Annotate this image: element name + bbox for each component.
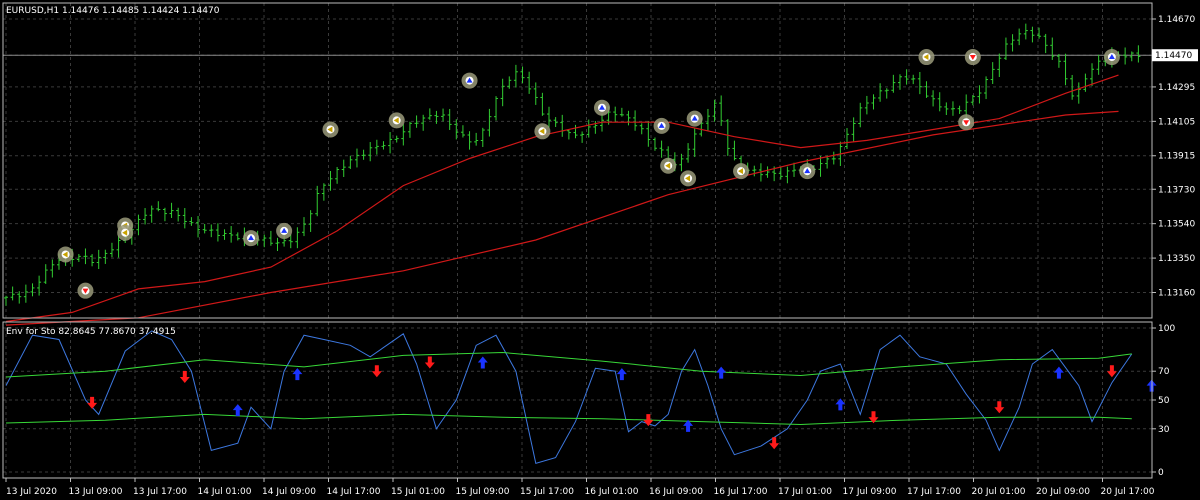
signal-marker[interactable]: [653, 117, 670, 134]
current-price-label: 1.14470: [1155, 51, 1192, 61]
y-tick-label: 70: [1158, 367, 1170, 377]
chart-background: [0, 0, 1200, 500]
x-tick-label: 14 Jul 01:00: [198, 487, 252, 497]
x-tick-label: 15 Jul 17:00: [520, 487, 574, 497]
x-tick-label: 20 Jul 09:00: [1036, 487, 1090, 497]
x-tick-label: 20 Jul 17:00: [1101, 487, 1155, 497]
y-tick-label: 1.14670: [1158, 15, 1195, 25]
y-tick-label: 0: [1158, 468, 1164, 478]
signal-marker[interactable]: [733, 163, 750, 180]
signal-marker[interactable]: [593, 99, 610, 116]
x-tick-label: 17 Jul 09:00: [843, 487, 897, 497]
x-tick-label: 16 Jul 01:00: [585, 487, 639, 497]
sub-header: Env for Sto 82.8645 77.8670 37.4915: [6, 327, 176, 337]
y-tick-label: 100: [1158, 324, 1175, 334]
x-tick-label: 17 Jul 17:00: [907, 487, 961, 497]
y-tick-label: 1.13540: [1158, 220, 1195, 230]
y-tick-label: 1.13915: [1158, 152, 1195, 162]
y-tick-label: 50: [1158, 396, 1170, 406]
signal-marker[interactable]: [660, 157, 677, 174]
x-tick-label: 16 Jul 17:00: [714, 487, 768, 497]
signal-marker[interactable]: [918, 49, 935, 66]
signal-marker[interactable]: [958, 114, 975, 131]
y-tick-label: 1.14105: [1158, 117, 1195, 127]
y-tick-label: 30: [1158, 425, 1170, 435]
signal-marker[interactable]: [534, 123, 551, 140]
x-tick-label: 15 Jul 01:00: [391, 487, 445, 497]
signal-marker[interactable]: [388, 112, 405, 129]
y-tick-label: 1.13350: [1158, 254, 1195, 264]
main-header: EURUSD,H1 1.14476 1.14485 1.14424 1.1447…: [6, 6, 220, 16]
signal-marker[interactable]: [799, 163, 816, 180]
x-tick-label: 15 Jul 09:00: [456, 487, 510, 497]
signal-marker[interactable]: [77, 282, 94, 299]
signal-marker[interactable]: [680, 170, 697, 187]
y-tick-label: 1.13160: [1158, 288, 1195, 298]
x-tick-label: 13 Jul 17:00: [133, 487, 187, 497]
signal-marker[interactable]: [243, 230, 260, 247]
signal-marker[interactable]: [964, 49, 981, 66]
x-tick-label: 17 Jul 01:00: [778, 487, 832, 497]
signal-marker[interactable]: [57, 246, 74, 263]
signal-marker[interactable]: [276, 222, 293, 239]
signal-marker[interactable]: [322, 121, 339, 138]
signal-marker[interactable]: [117, 224, 134, 241]
chart-canvas[interactable]: 13 Jul 2020 13 Jul 09:00 13 Jul 17:00 14 Ju…: [0, 0, 1200, 500]
x-tick-label: 13 Jul 2020: [6, 487, 57, 497]
x-tick-label: 20 Jul 01:00: [972, 487, 1026, 497]
signal-marker[interactable]: [1103, 49, 1120, 66]
y-tick-label: 1.13730: [1158, 185, 1195, 195]
x-tick-label: 16 Jul 09:00: [649, 487, 703, 497]
x-tick-label: 14 Jul 17:00: [327, 487, 381, 497]
signal-marker[interactable]: [461, 72, 478, 89]
signal-marker[interactable]: [686, 110, 703, 127]
x-tick-label: 13 Jul 09:00: [69, 487, 123, 497]
y-tick-label: 1.14295: [1158, 83, 1195, 93]
x-tick-label: 14 Jul 09:00: [262, 487, 316, 497]
